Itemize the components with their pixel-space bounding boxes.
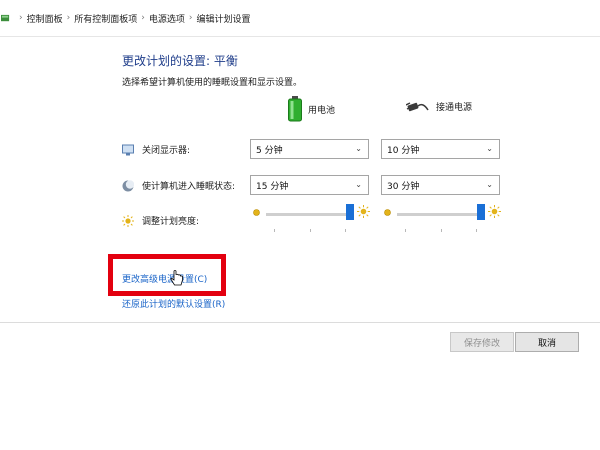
power-plug-icon (406, 102, 429, 112)
bright-brightness-icon (357, 205, 370, 218)
slider-thumb[interactable] (477, 204, 485, 220)
brightness-plugged-slider[interactable] (383, 204, 501, 234)
sleep-label: 使计算机进入睡眠状态: (142, 182, 236, 192)
highlight-box (108, 254, 226, 296)
breadcrumb-separator: › (66, 13, 71, 23)
breadcrumb-power-options[interactable]: 电源选项 (149, 12, 185, 25)
sleep-battery-select[interactable]: 15 分钟 ⌄ (250, 175, 369, 195)
sleep-row-label: 使计算机进入睡眠状态: (122, 179, 235, 192)
breadcrumb-separator: › (188, 13, 193, 23)
brightness-label: 调整计划亮度: (142, 217, 200, 227)
breadcrumb-edit-plan[interactable]: 编辑计划设置 (196, 12, 250, 25)
display-off-label: 关闭显示器: (142, 146, 191, 156)
hand-cursor-icon (170, 270, 183, 286)
monitor-icon (122, 144, 134, 156)
slider-ticks (405, 229, 477, 232)
sleep-plugged-value: 30 分钟 (387, 181, 420, 192)
breadcrumb-separator: › (141, 13, 145, 23)
display-off-plugged-value: 10 分钟 (387, 145, 420, 156)
display-off-plugged-select[interactable]: 10 分钟 ⌄ (381, 139, 500, 159)
display-off-row-label: 关闭显示器: (122, 143, 190, 156)
sleep-plugged-select[interactable]: 30 分钟 ⌄ (381, 175, 500, 195)
save-changes-button[interactable]: 保存修改 (450, 332, 514, 352)
moon-icon (122, 179, 134, 192)
slider-thumb[interactable] (346, 204, 354, 220)
dim-brightness-icon (253, 209, 260, 216)
battery-column-label: 用电池 (308, 105, 336, 116)
chevron-down-icon: ⌄ (355, 144, 362, 153)
chevron-down-icon: ⌄ (486, 180, 493, 189)
slider-ticks (274, 229, 346, 232)
brightness-icon (122, 214, 134, 227)
sleep-battery-value: 15 分钟 (256, 181, 289, 192)
brightness-battery-slider[interactable] (252, 204, 370, 234)
chevron-down-icon: ⌄ (355, 180, 362, 189)
display-off-battery-value: 5 分钟 (256, 145, 283, 156)
control-panel-icon (1, 14, 10, 21)
dim-brightness-icon (384, 209, 391, 216)
battery-icon (288, 96, 302, 122)
breadcrumb-control-panel[interactable]: 控制面板 (27, 12, 63, 25)
chevron-down-icon: ⌄ (486, 144, 493, 153)
column-header-battery: 用电池 (288, 96, 335, 122)
cancel-button[interactable]: 取消 (515, 332, 579, 352)
bright-brightness-icon (488, 205, 501, 218)
brightness-row-label: 调整计划亮度: (122, 214, 199, 227)
breadcrumb: › 控制面板 › 所有控制面板项 › 电源选项 › 编辑计划设置 (0, 8, 600, 28)
breadcrumb-divider (0, 36, 600, 37)
page-subtitle: 选择希望计算机使用的睡眠设置和显示设置。 (122, 78, 303, 88)
restore-defaults-link[interactable]: 还原此计划的默认设置(R) (122, 297, 225, 310)
slider-track (266, 213, 354, 216)
column-header-plugged: 接通电源 (406, 96, 472, 116)
display-off-battery-select[interactable]: 5 分钟 ⌄ (250, 139, 369, 159)
footer-divider (0, 322, 600, 323)
page-title: 更改计划的设置: 平衡 (122, 54, 238, 68)
plugged-column-label: 接通电源 (436, 102, 473, 113)
breadcrumb-separator: › (19, 13, 23, 23)
slider-track (397, 213, 485, 216)
breadcrumb-all-items[interactable]: 所有控制面板项 (74, 12, 137, 25)
